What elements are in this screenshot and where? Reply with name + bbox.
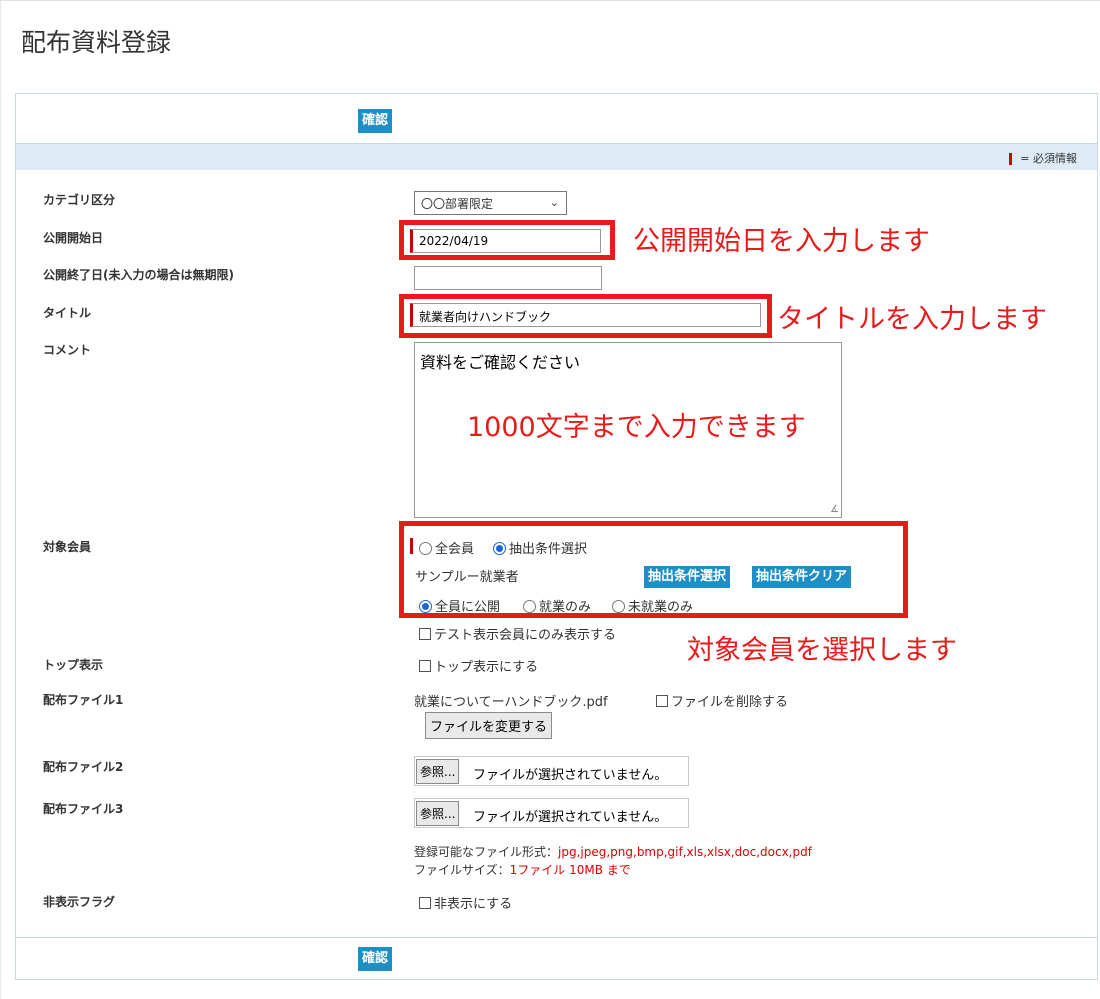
file-format-prefix: 登録可能なファイル形式： xyxy=(414,845,559,859)
file3-browse-button[interactable]: 参照... xyxy=(416,801,460,826)
start-date-annotation: 公開開始日を入力します xyxy=(633,226,930,257)
file-size-prefix: ファイルサイズ： xyxy=(414,863,510,877)
change-file-button[interactable]: ファイルを変更する xyxy=(425,712,553,739)
file2-browse-button[interactable]: 参照... xyxy=(416,759,460,784)
target-label: 対象会員 xyxy=(43,540,92,554)
file3-status: ファイルが選択されていません。 xyxy=(473,810,668,825)
hidden-flag-checkbox-label: 非表示にする xyxy=(434,897,513,912)
resize-grip-icon[interactable]: ∡ xyxy=(830,504,839,515)
file2-label: 配布ファイル2 xyxy=(43,760,124,774)
required-legend: = 必須情報 xyxy=(1009,150,1077,166)
file2-input[interactable]: 参照... ファイルが選択されていません。 xyxy=(414,756,689,786)
hidden-flag-option[interactable]: 非表示にする xyxy=(419,893,512,912)
required-legend-bar: = 必須情報 xyxy=(16,144,1097,170)
start-date-label: 公開開始日 xyxy=(43,231,104,245)
hidden-flag-label: 非表示フラグ xyxy=(43,895,116,909)
file-format-note: 登録可能なファイル形式：jpg,jpeg,png,bmp,gif,xls,xls… xyxy=(414,843,812,860)
end-date-input[interactable] xyxy=(414,266,602,290)
test-display-option[interactable]: テスト表示会員にのみ表示する xyxy=(419,624,616,643)
required-marker-icon xyxy=(1009,153,1013,165)
page-title: 配布資料登録 xyxy=(21,28,172,57)
checkbox-icon xyxy=(419,660,431,672)
checkbox-icon xyxy=(656,695,668,707)
file-size-value: 1ファイル 10MB まで xyxy=(509,863,631,877)
top-display-label: トップ表示 xyxy=(43,658,104,672)
file3-label: 配布ファイル3 xyxy=(43,802,124,816)
checkbox-icon xyxy=(419,897,431,909)
page: 配布資料登録 確認 = 必須情報 確認 カテゴリ区分 公開開始日 公開終了日(未… xyxy=(0,0,1100,999)
category-label: カテゴリ区分 xyxy=(43,193,116,207)
comment-text: 資料をご確認ください xyxy=(420,353,581,372)
title-annotation: タイトルを入力します xyxy=(777,304,1047,335)
title-highlight xyxy=(399,294,772,338)
checkbox-icon xyxy=(419,628,431,640)
bottom-button-row: 確認 xyxy=(16,937,1097,979)
test-display-label: テスト表示会員にのみ表示する xyxy=(434,628,617,643)
top-button-row: 確認 xyxy=(16,94,1097,144)
file1-delete-option[interactable]: ファイルを削除する xyxy=(656,691,788,710)
top-display-option[interactable]: トップ表示にする xyxy=(419,656,538,675)
target-highlight xyxy=(399,521,908,618)
title-label: タイトル xyxy=(43,306,92,320)
confirm-button-top[interactable]: 確認 xyxy=(358,109,393,133)
top-display-checkbox-label: トップ表示にする xyxy=(434,660,539,675)
file3-input[interactable]: 参照... ファイルが選択されていません。 xyxy=(414,798,689,828)
file1-name: 就業についてーハンドブック.pdf xyxy=(414,695,608,710)
end-date-label: 公開終了日(未入力の場合は無期限) xyxy=(43,268,234,282)
chevron-down-icon: ⌄ xyxy=(549,196,559,209)
start-date-highlight xyxy=(399,220,615,260)
comment-annotation: 1000文字まで入力できます xyxy=(467,412,806,443)
confirm-button-bottom[interactable]: 確認 xyxy=(358,947,393,971)
file-format-list: jpg,jpeg,png,bmp,gif,xls,xlsx,doc,docx,p… xyxy=(558,845,812,859)
file1-delete-label: ファイルを削除する xyxy=(671,695,789,710)
category-select-value: 〇〇部署限定 xyxy=(421,197,494,211)
target-annotation: 対象会員を選択します xyxy=(687,635,957,666)
file1-label: 配布ファイル1 xyxy=(43,693,124,707)
file2-status: ファイルが選択されていません。 xyxy=(473,768,668,783)
comment-label: コメント xyxy=(43,343,92,357)
category-select[interactable]: 〇〇部署限定 ⌄ xyxy=(414,191,567,215)
file-size-note: ファイルサイズ：1ファイル 10MB まで xyxy=(414,861,631,878)
required-legend-text: = 必須情報 xyxy=(1020,152,1077,165)
